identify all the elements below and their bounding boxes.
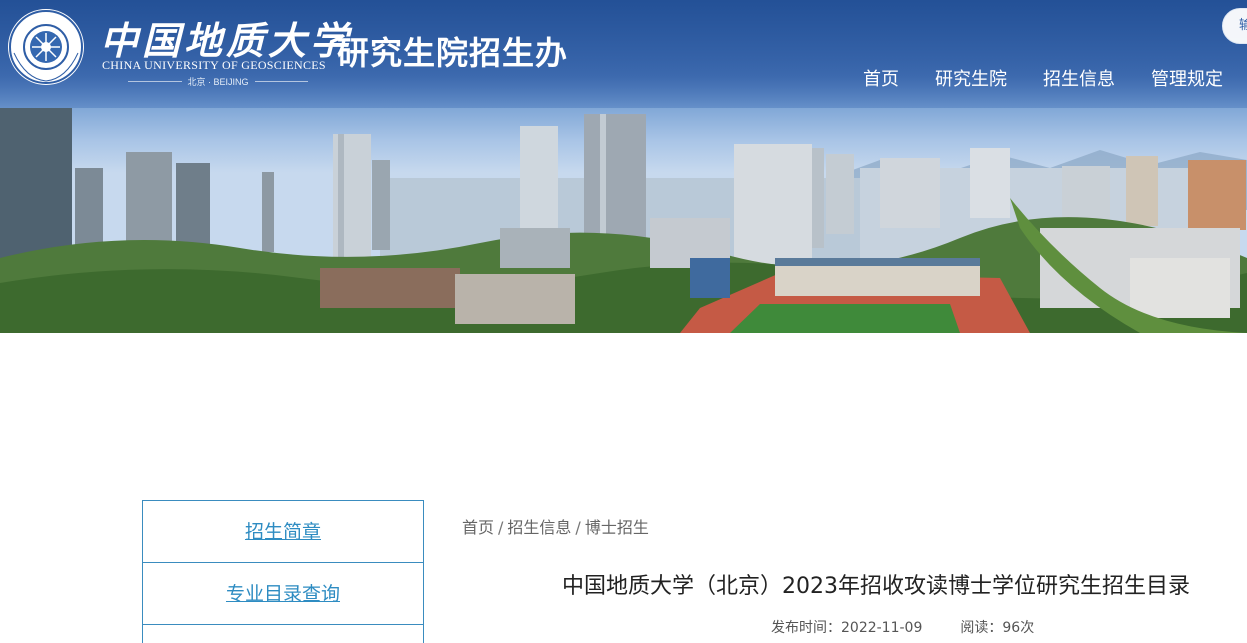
university-logo-icon[interactable]: [6, 7, 86, 87]
university-city: 北京 · BEIJING: [128, 75, 309, 88]
breadcrumb-doctoral[interactable]: 博士招生: [585, 518, 649, 537]
university-name-en: CHINA UNIVERSITY OF GEOSCIENCES: [102, 58, 326, 72]
publish-label: 发布时间：: [771, 620, 841, 636]
nav-item-regulations[interactable]: 管理规定: [1133, 68, 1241, 92]
article-title: 中国地质大学（北京）2023年招收攻读博士学位研究生招生目录: [562, 574, 1190, 599]
sidebar-item-admission-brochure[interactable]: 招生简章: [142, 500, 424, 562]
office-title: 研究生院招生办: [337, 34, 569, 72]
breadcrumb-separator: /: [575, 518, 581, 537]
main-nav: 首页 研究生院 招生信息 管理规定: [845, 68, 1241, 92]
campus-city-photo: [0, 108, 1247, 333]
nav-item-admissions[interactable]: 招生信息: [1025, 68, 1133, 92]
nav-item-home[interactable]: 首页: [845, 68, 917, 92]
views-count: 96次: [1002, 620, 1035, 636]
hero-banner: 中国地质大学 CHINA UNIVERSITY OF GEOSCIENCES 北…: [0, 0, 1247, 333]
nav-item-graduate-school[interactable]: 研究生院: [917, 68, 1025, 92]
university-city-label: 北京 · BEIJING: [187, 77, 249, 87]
breadcrumb-admissions[interactable]: 招生信息: [507, 518, 571, 537]
breadcrumb: 首页 / 招生信息 / 博士招生: [462, 514, 649, 538]
divider: [254, 81, 309, 82]
article-meta: 发布时间：2022-11-09 阅读：96次: [771, 617, 1034, 637]
breadcrumb-home[interactable]: 首页: [462, 518, 494, 537]
sidebar: 招生简章 专业目录查询: [142, 500, 424, 643]
views-label: 阅读：: [960, 620, 1003, 636]
divider: [128, 81, 182, 82]
university-name-cn: 中国地质大学: [100, 18, 353, 63]
sidebar-item-program-catalog[interactable]: 专业目录查询: [142, 562, 424, 624]
breadcrumb-separator: /: [498, 518, 504, 537]
sidebar-item-more[interactable]: [142, 624, 424, 643]
publish-date: 2022-11-09: [841, 620, 923, 636]
